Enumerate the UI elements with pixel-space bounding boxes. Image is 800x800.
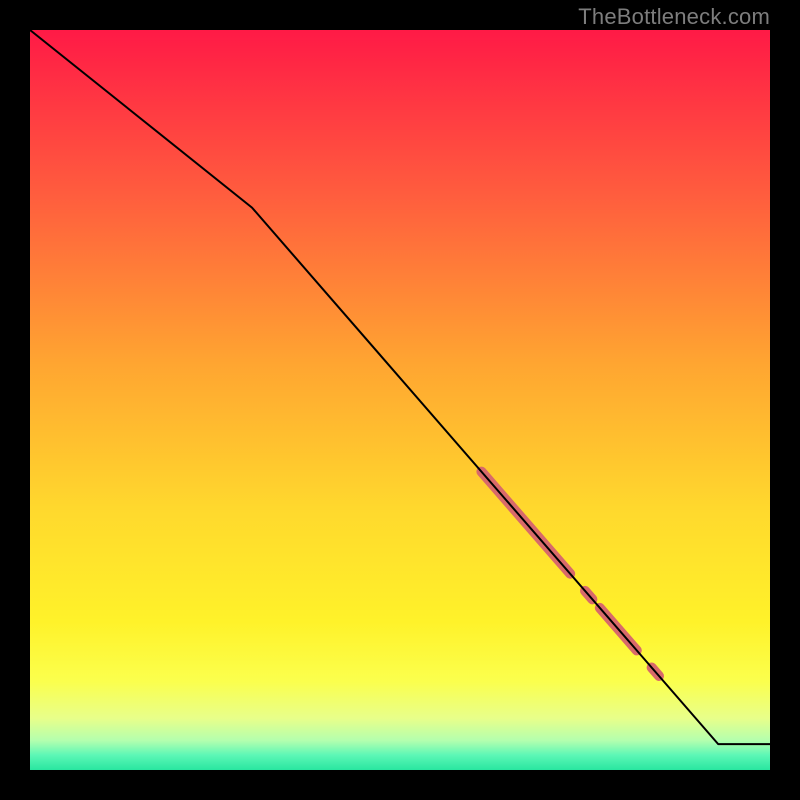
watermark-text: TheBottleneck.com [578, 4, 770, 30]
main-curve-line [30, 30, 770, 744]
chart-overlay [30, 30, 770, 770]
chart-frame: TheBottleneck.com [0, 0, 800, 800]
